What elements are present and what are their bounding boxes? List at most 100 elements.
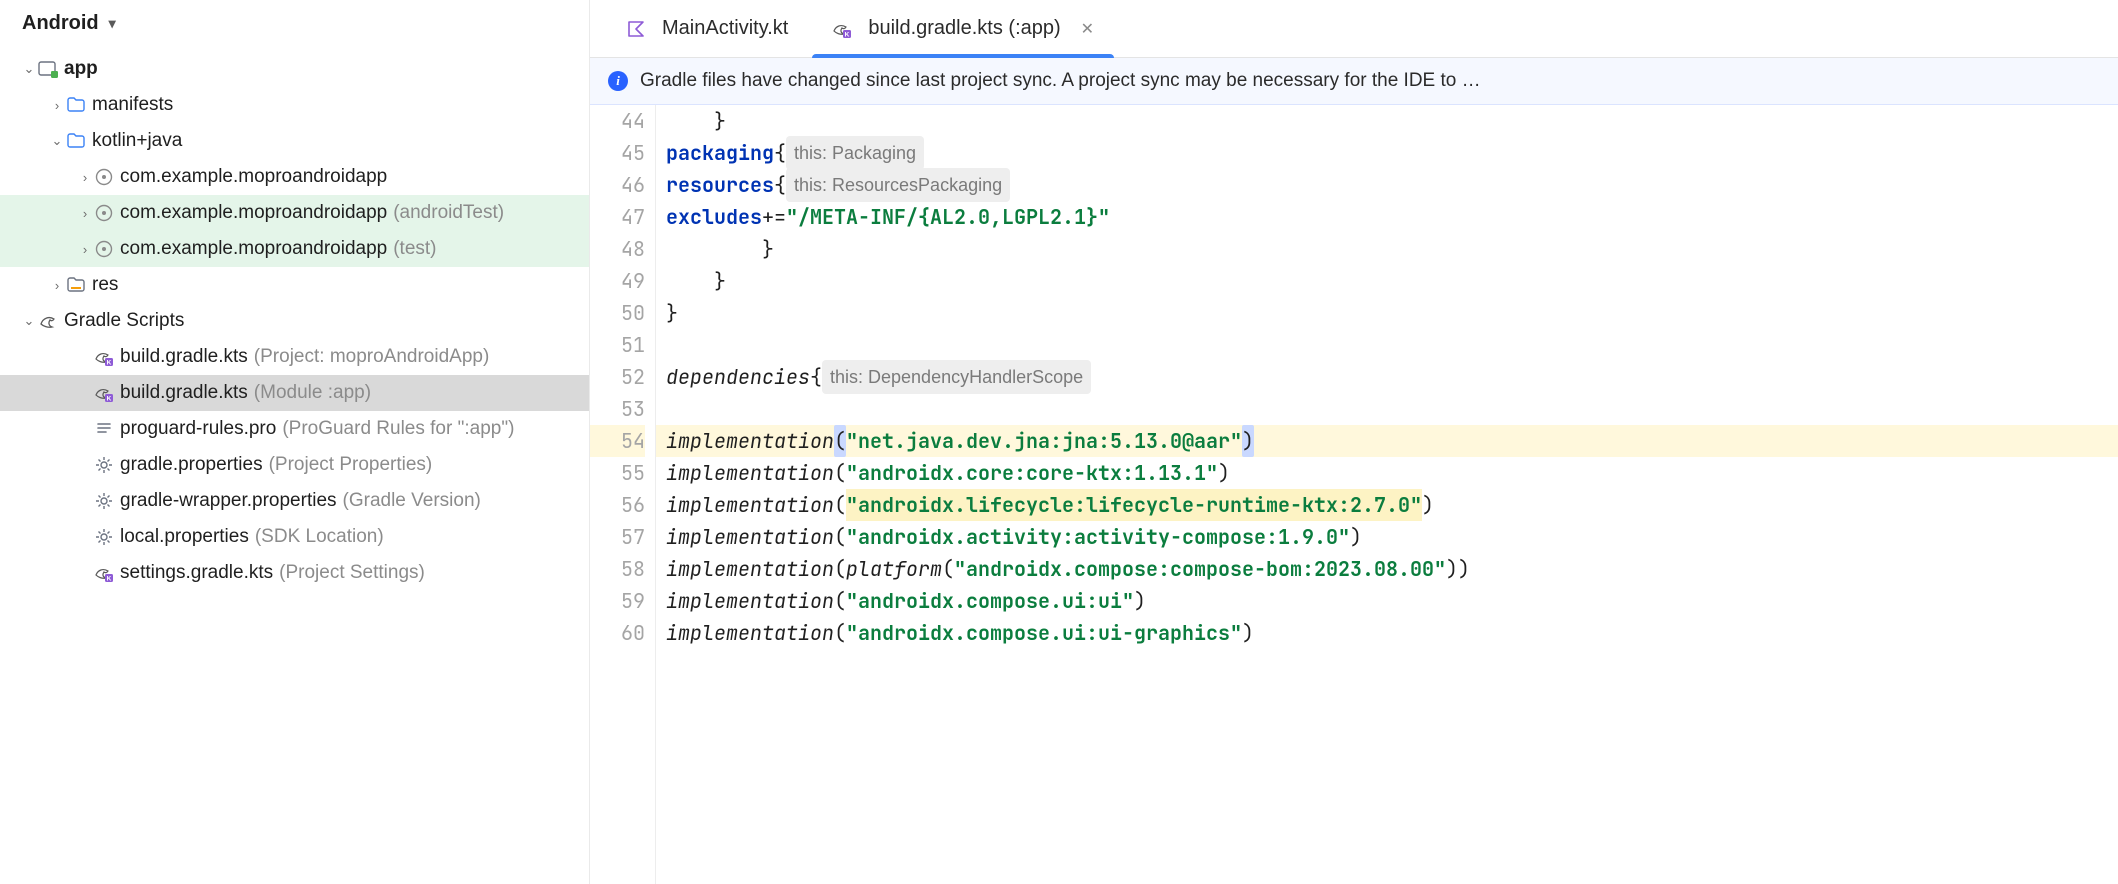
tree-item-label: kotlin+java (92, 130, 182, 152)
editor-tab-label: build.gradle.kts (:app) (868, 17, 1060, 40)
editor-tab-label: MainActivity.kt (662, 17, 788, 40)
tree-item-label: com.example.moproandroidapp (120, 238, 387, 260)
gear-icon (94, 527, 114, 547)
sync-banner-text: Gradle files have changed since last pro… (640, 70, 1481, 92)
tree-item-label: com.example.moproandroidapp (120, 202, 387, 224)
gear-icon (94, 491, 114, 511)
tree-arrow-icon[interactable]: › (76, 206, 94, 221)
tree-arrow-icon[interactable]: ⌄ (48, 133, 66, 149)
tree-item[interactable]: › manifests (0, 87, 589, 123)
tree-item-label: local.properties (120, 526, 249, 548)
project-tree: ⌄ app › manifests ⌄ kotlin+java › com.example.m… (0, 43, 589, 591)
chevron-down-icon: ▾ (109, 15, 116, 32)
tree-item[interactable]: › com.example.moproandroidapp (androidTest… (0, 195, 589, 231)
code-line[interactable] (656, 329, 2118, 361)
tree-item-label: manifests (92, 94, 173, 116)
close-icon[interactable]: ✕ (1081, 19, 1094, 39)
tree-arrow-icon[interactable]: › (76, 242, 94, 257)
tree-arrow-icon[interactable]: ⌄ (20, 313, 38, 329)
gradlek-icon: K (94, 347, 114, 367)
tree-arrow-icon[interactable]: › (48, 98, 66, 113)
tree-item[interactable]: ›gradle-wrapper.properties(Gradle Versio… (0, 483, 589, 519)
editor-tab[interactable]: Kbuild.gradle.kts (:app) ✕ (810, 0, 1116, 57)
code-line[interactable]: } (656, 105, 2118, 137)
app-icon (38, 59, 58, 79)
gear-icon (94, 455, 114, 475)
tree-item-label: gradle-wrapper.properties (120, 490, 337, 512)
tree-item-label: app (64, 58, 98, 80)
code-line[interactable] (656, 393, 2118, 425)
code-line[interactable]: packaging { this: Packaging (656, 137, 2118, 169)
gradle-icon (38, 311, 58, 331)
folder-icon (66, 131, 86, 151)
svg-text:K: K (107, 396, 112, 403)
gradlek-icon: K (94, 563, 114, 583)
tree-item[interactable]: ›gradle.properties(Project Properties) (0, 447, 589, 483)
svg-text:K: K (845, 31, 850, 38)
tree-item[interactable]: › com.example.moproandroidapp (0, 159, 589, 195)
code-line[interactable]: } (656, 297, 2118, 329)
code-line[interactable]: implementation("androidx.compose.ui:ui") (656, 585, 2118, 617)
tree-item[interactable]: ⌄ app (0, 51, 589, 87)
code-line[interactable]: implementation("androidx.compose.ui:ui-g… (656, 617, 2118, 649)
gradlek-icon: K (94, 383, 114, 403)
tree-arrow-icon[interactable]: › (76, 170, 94, 185)
tree-item-label: com.example.moproandroidapp (120, 166, 387, 188)
gradlek-icon: K (832, 19, 852, 39)
code-line[interactable]: excludes += "/META-INF/{AL2.0,LGPL2.1}" (656, 201, 2118, 233)
tree-item[interactable]: ⌄ kotlin+java (0, 123, 589, 159)
tree-item-hint: (Project Settings) (279, 562, 425, 584)
tree-item[interactable]: › res (0, 267, 589, 303)
code-content[interactable]: } packaging { this: Packaging resources … (656, 105, 2118, 884)
res-icon (66, 275, 86, 295)
tree-item-label: res (92, 274, 118, 296)
code-line[interactable]: resources { this: ResourcesPackaging (656, 169, 2118, 201)
tree-arrow-icon[interactable]: ⌄ (20, 61, 38, 77)
code-line[interactable]: implementation("androidx.activity:activi… (656, 521, 2118, 553)
tree-arrow-icon[interactable]: › (48, 278, 66, 293)
code-line[interactable]: implementation("net.java.dev.jna:jna:5.1… (656, 425, 2118, 457)
tree-item[interactable]: › com.example.moproandroidapp (test) (0, 231, 589, 267)
tree-item-hint: (Project Properties) (269, 454, 433, 476)
sync-banner[interactable]: i Gradle files have changed since last p… (590, 58, 2118, 105)
pkg-icon (94, 203, 114, 223)
tree-item[interactable]: ›Ksettings.gradle.kts(Project Settings) (0, 555, 589, 591)
code-editor[interactable]: 4445464748495051525354555657585960 } pac… (590, 105, 2118, 884)
project-tool-window: Android ▾ ⌄ app › manifests ⌄ kotlin+java › com… (0, 0, 590, 884)
tree-item-hint: (Project: moproAndroidApp) (254, 346, 490, 368)
tree-item[interactable]: ⌄ Gradle Scripts (0, 303, 589, 339)
info-icon: i (608, 71, 628, 91)
code-line[interactable]: } (656, 265, 2118, 297)
tree-item-label: Gradle Scripts (64, 310, 184, 332)
editor-tab[interactable]: MainActivity.kt (604, 0, 810, 57)
folder-icon (66, 95, 86, 115)
tree-item-label: build.gradle.kts (120, 382, 248, 404)
kt-icon (626, 19, 646, 39)
pkg-icon (94, 167, 114, 187)
tree-item-hint: (Gradle Version) (343, 490, 481, 512)
project-view-selector[interactable]: Android ▾ (0, 0, 589, 43)
code-line[interactable]: implementation(platform("androidx.compos… (656, 553, 2118, 585)
tree-item-hint: (Module :app) (254, 382, 371, 404)
gutter: 4445464748495051525354555657585960 (590, 105, 656, 884)
svg-text:K: K (107, 360, 112, 367)
tree-item-hint: (test) (393, 238, 436, 260)
tree-item-hint: (androidTest) (393, 202, 504, 224)
txt-icon (94, 419, 114, 439)
tree-item[interactable]: ›local.properties(SDK Location) (0, 519, 589, 555)
tree-item-hint: (SDK Location) (255, 526, 384, 548)
tree-item[interactable]: ›proguard-rules.pro(ProGuard Rules for "… (0, 411, 589, 447)
tree-item-label: gradle.properties (120, 454, 263, 476)
tree-item-label: build.gradle.kts (120, 346, 248, 368)
svg-text:K: K (107, 576, 112, 583)
tree-item[interactable]: ›Kbuild.gradle.kts(Project: moproAndroid… (0, 339, 589, 375)
code-line[interactable]: } (656, 233, 2118, 265)
project-view-title: Android (22, 12, 99, 35)
editor-tabs: MainActivity.kt Kbuild.gradle.kts (:app) ✕ (590, 0, 2118, 58)
code-line[interactable]: implementation("androidx.core:core-ktx:1… (656, 457, 2118, 489)
tree-item[interactable]: ›Kbuild.gradle.kts(Module :app) (0, 375, 589, 411)
pkg-icon (94, 239, 114, 259)
code-line[interactable]: implementation("androidx.lifecycle:lifec… (656, 489, 2118, 521)
editor-area: MainActivity.kt Kbuild.gradle.kts (:app) ✕… (590, 0, 2118, 884)
code-line[interactable]: dependencies { this: DependencyHandlerSc… (656, 361, 2118, 393)
